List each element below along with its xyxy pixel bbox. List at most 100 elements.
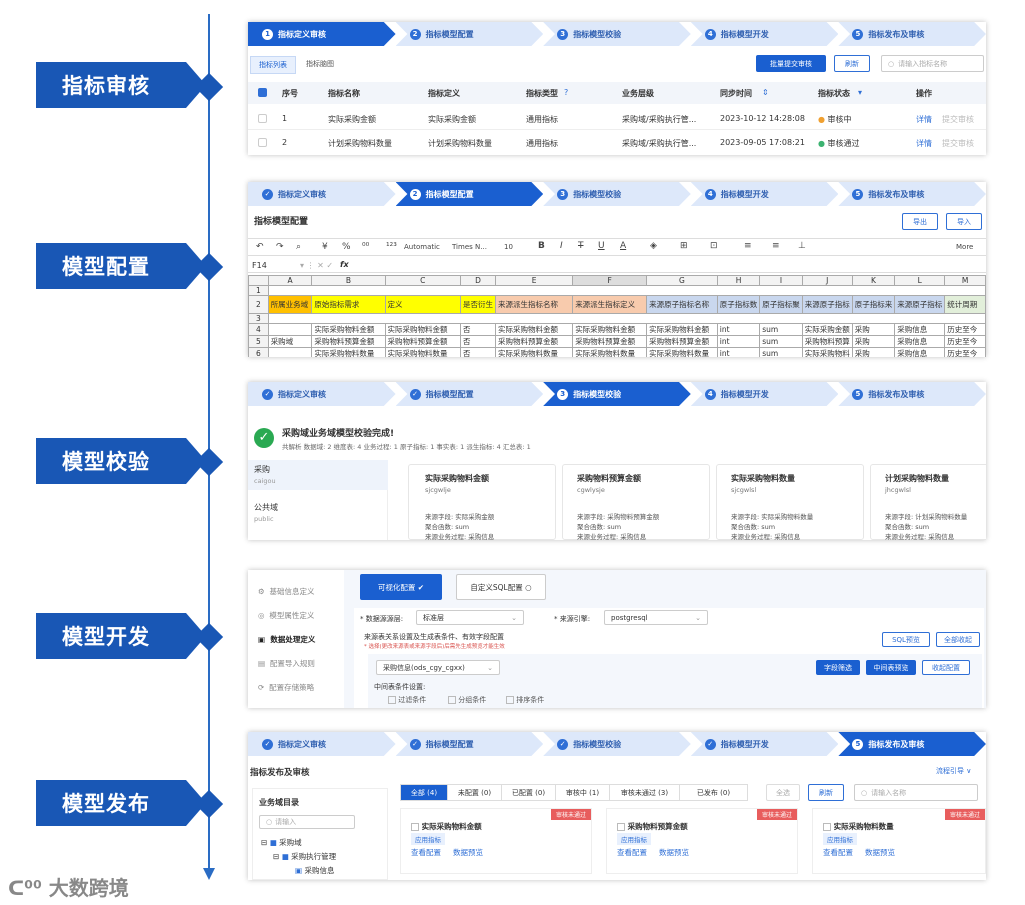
indicator-card[interactable]: 计划采购物料数量 jhcgwlsl 来源字段: 计划采购物料数量 聚合函数: s… xyxy=(870,464,986,540)
filter-condition-checkbox[interactable]: 过滤条件 xyxy=(388,695,426,705)
source-engine-select[interactable]: postgresql ⌄ xyxy=(604,610,708,625)
tab-reviewing[interactable]: 审核中 (1) xyxy=(555,785,609,800)
more-menu[interactable]: More xyxy=(956,243,973,251)
collapse-config-button[interactable]: 收起配置 xyxy=(922,660,970,675)
redo-icon[interactable]: ↷ xyxy=(276,242,284,252)
font-size-dropdown[interactable]: 10 xyxy=(504,243,513,251)
align-icon[interactable]: ≡ xyxy=(744,241,752,251)
data-preview-link[interactable]: 数据预览 xyxy=(453,847,483,858)
publish-card[interactable]: 审核未通过 实际采购物料数量 应用指标 查看配置 数据预览 xyxy=(812,808,986,874)
menu-item-basic[interactable]: ⚙ 基础信息定义 xyxy=(258,586,315,597)
step-3[interactable]: 3 指标模型校验 xyxy=(543,382,691,406)
tab-published[interactable]: 已发布 (0) xyxy=(679,785,747,800)
step-3[interactable]: 3 指标模型校验 xyxy=(543,182,691,206)
sort-icon[interactable]: ⇕ xyxy=(762,88,769,97)
step-2[interactable]: ✓ 指标模型配置 xyxy=(395,382,544,406)
data-preview-link[interactable]: 数据预览 xyxy=(865,847,895,858)
menu-item-import[interactable]: ▤ 配置导入规则 xyxy=(258,658,315,669)
tab-configured[interactable]: 已配置 (0) xyxy=(501,785,555,800)
row-checkbox[interactable] xyxy=(258,114,267,123)
export-button[interactable]: 导出 xyxy=(902,213,938,230)
step-5[interactable]: 5 指标发布及审核 xyxy=(838,732,986,756)
tab-indicator-list[interactable]: 指标列表 xyxy=(250,56,296,74)
step-5[interactable]: 5 指标发布及审核 xyxy=(838,382,986,406)
submit-review-link[interactable]: 提交审核 xyxy=(942,114,974,125)
sidebar-item-public[interactable]: 公共域 public xyxy=(248,498,388,528)
wrap-icon[interactable]: ⊥ xyxy=(798,241,806,251)
step-5[interactable]: 5 指标发布及审核 xyxy=(838,22,986,46)
publish-card[interactable]: 审核未通过 采购物料预算金额 应用指标 查看配置 数据预览 xyxy=(606,808,798,874)
font-family-dropdown[interactable]: Times N... xyxy=(452,243,487,251)
view-config-link[interactable]: 查看配置 xyxy=(823,847,853,858)
currency-icon[interactable]: ¥ xyxy=(322,242,328,252)
spreadsheet-grid[interactable]: A B C D E F G H I J K L M 1 2 所属业务域 原始指标… xyxy=(248,275,986,357)
tab-unconfigured[interactable]: 未配置 (0) xyxy=(447,785,501,800)
tab-visual-config[interactable]: 可视化配置 ✔ xyxy=(360,574,442,600)
tab-all[interactable]: 全部 (4) xyxy=(401,785,447,800)
italic-icon[interactable]: I xyxy=(560,241,563,251)
flow-guide-link[interactable]: 流程引导 ∨ xyxy=(936,766,971,776)
step-4[interactable]: 4 指标模型开发 xyxy=(690,182,839,206)
sql-preview-button[interactable]: SQL预览 xyxy=(882,632,930,647)
valign-icon[interactable]: ≡ xyxy=(772,241,780,251)
publish-card[interactable]: 审核未通过 实际采购物料金额 应用指标 查看配置 数据预览 xyxy=(400,808,592,874)
indicator-card[interactable]: 实际采购物料金额 sjcgwlje 来源字段: 实际采购金额 聚合函数: sum… xyxy=(408,464,556,540)
bold-icon[interactable]: B xyxy=(538,241,545,251)
step-2[interactable]: 2 指标模型配置 xyxy=(395,22,544,46)
font-color-icon[interactable]: A xyxy=(620,241,626,251)
undo-icon[interactable]: ↶ xyxy=(256,242,264,252)
data-preview-link[interactable]: 数据预览 xyxy=(659,847,689,858)
menu-item-process[interactable]: ▣ 数据处理定义 xyxy=(258,634,315,645)
percent-icon[interactable]: % xyxy=(342,242,351,252)
field-filter-button[interactable]: 字段筛选 xyxy=(816,660,860,675)
step-4[interactable]: ✓ 指标模型开发 xyxy=(690,732,839,756)
step-2[interactable]: ✓ 指标模型配置 xyxy=(395,732,544,756)
strikethrough-icon[interactable]: T xyxy=(578,241,584,251)
fill-color-icon[interactable]: ◈ xyxy=(650,241,657,251)
menu-item-attr[interactable]: ◎ 模型属性定义 xyxy=(258,610,314,621)
tab-rejected[interactable]: 审核未通过 (3) xyxy=(609,785,679,800)
step-4[interactable]: 4 指标模型开发 xyxy=(690,382,839,406)
refresh-button[interactable]: 刷新 xyxy=(808,784,844,801)
select-all-button[interactable]: 全选 xyxy=(766,784,800,801)
decimal-icon[interactable]: ⁰⁰ xyxy=(362,242,369,252)
search-input[interactable]: ○ 请输入名称 xyxy=(854,784,978,801)
indicator-card[interactable]: 实际采购物料数量 sjcgwlsl 来源字段: 实际采购物料数量 聚合函数: s… xyxy=(716,464,864,540)
tree-node[interactable]: ⊟ ■ 采购执行管理 xyxy=(273,851,336,862)
collapse-all-button[interactable]: 全部收起 xyxy=(936,632,980,647)
sidebar-item-caigou[interactable]: 采购 caigou xyxy=(248,460,388,490)
step-2[interactable]: 2 指标模型配置 xyxy=(395,182,544,206)
borders-icon[interactable]: ⊞ xyxy=(680,241,688,251)
number-format-icon[interactable]: ¹²³ xyxy=(386,242,397,252)
tree-node[interactable]: ⊟ ■ 采购域 xyxy=(261,837,302,848)
step-1[interactable]: ✓ 指标定义审核 xyxy=(248,732,396,756)
detail-link[interactable]: 详情 xyxy=(916,114,932,125)
step-5[interactable]: 5 指标发布及审核 xyxy=(838,182,986,206)
tab-custom-sql[interactable]: 自定义SQL配置 ○ xyxy=(456,574,546,600)
view-config-link[interactable]: 查看配置 xyxy=(411,847,441,858)
tree-search-input[interactable]: ○ 请输入 xyxy=(259,815,355,829)
intermediate-preview-button[interactable]: 中间表预览 xyxy=(866,660,916,675)
filter-icon[interactable]: ▾ xyxy=(858,88,862,97)
row-checkbox[interactable] xyxy=(258,138,267,147)
select-all-checkbox[interactable] xyxy=(258,88,267,97)
cell-reference[interactable]: F14 xyxy=(252,261,267,270)
submit-review-link[interactable]: 提交审核 xyxy=(942,138,974,149)
tree-node[interactable]: ▣ 采购信息 xyxy=(295,865,334,876)
sort-condition-checkbox[interactable]: 排序条件 xyxy=(506,695,544,705)
step-1[interactable]: ✓ 指标定义审核 xyxy=(248,182,396,206)
step-3[interactable]: ✓ 指标模型校验 xyxy=(543,732,691,756)
group-condition-checkbox[interactable]: 分组条件 xyxy=(448,695,486,705)
refresh-button[interactable]: 刷新 xyxy=(834,55,870,72)
batch-submit-button[interactable]: 批量提交审核 xyxy=(756,55,826,72)
format-painter-icon[interactable]: ⌕ xyxy=(296,242,301,252)
merge-icon[interactable]: ⊡ xyxy=(710,241,718,251)
format-dropdown[interactable]: Automatic xyxy=(404,243,440,251)
detail-link[interactable]: 详情 xyxy=(916,138,932,149)
help-icon[interactable]: ? xyxy=(564,88,568,97)
search-input[interactable]: ○ 请输入指标名称 xyxy=(881,55,984,72)
tab-indicator-mindmap[interactable]: 指标脑图 xyxy=(298,56,342,72)
data-source-layer-select[interactable]: 标准层 ⌄ xyxy=(416,610,524,625)
indicator-card[interactable]: 采购物料预算金额 cgwlysje 来源字段: 采购物料预算金额 聚合函数: s… xyxy=(562,464,710,540)
step-3[interactable]: 3 指标模型校验 xyxy=(543,22,691,46)
